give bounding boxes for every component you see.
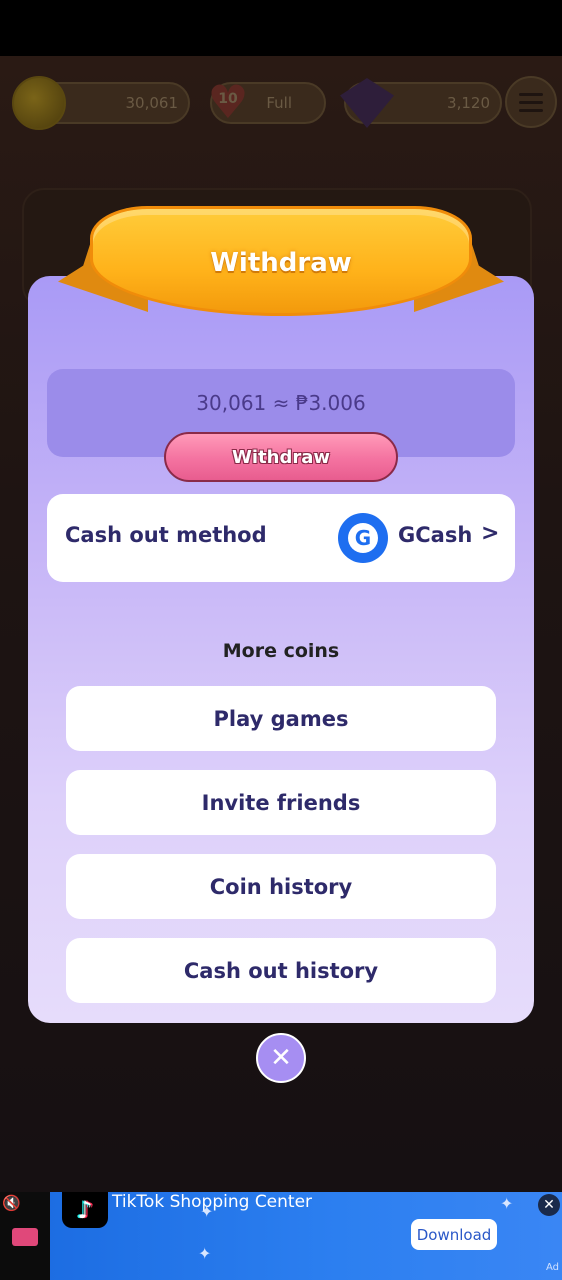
mute-icon[interactable]: 🔇 [2,1194,21,1212]
ad-download-button[interactable]: Download [411,1219,497,1250]
ad-thumbnail: 🔇 [0,1192,50,1280]
cash-out-history-button[interactable]: Cash out history [66,938,496,1003]
hamburger-menu-icon [505,76,557,128]
lives-count: 10 [218,91,238,107]
gcash-logo-icon: G [338,513,388,563]
lives-status: Full [266,94,292,112]
cash-out-history-label: Cash out history [183,958,379,983]
chevron-right-icon: > [481,521,500,546]
ad-label: Ad [546,1262,560,1273]
gift-icon [12,1228,38,1246]
sparkle-icon: ✦ [198,1244,212,1263]
gcash-logo-letter: G [348,523,378,553]
coin-icon [12,76,66,130]
withdraw-button[interactable]: Withdraw [164,432,398,482]
ad-title: TikTok Shopping Center [112,1192,313,1212]
ad-close-button[interactable]: ✕ [538,1194,560,1216]
cash-out-method-row[interactable]: Cash out method G GCash > [47,494,515,582]
dialog-title: Withdraw [210,248,352,278]
coin-count: 30,061 [125,94,179,112]
more-coins-heading: More coins [222,640,340,662]
cash-out-method-label: Cash out method [65,523,267,547]
balance-conversion: 30,061 ≈ ₱3.006 [196,391,366,415]
play-games-label: Play games [213,706,349,731]
tiktok-logo-icon: ♪ [62,1192,108,1228]
invite-friends-label: Invite friends [201,790,361,815]
coin-history-button[interactable]: Coin history [66,854,496,919]
invite-friends-button[interactable]: Invite friends [66,770,496,835]
play-games-button[interactable]: Play games [66,686,496,751]
close-dialog-button[interactable]: ✕ [256,1033,306,1083]
withdraw-button-label: Withdraw [232,446,330,468]
sparkle-icon: ✦ [500,1194,514,1213]
cash-out-method-value: GCash [398,523,473,547]
close-icon: ✕ [270,1043,292,1073]
status-bar [0,0,562,56]
gem-count: 3,120 [447,94,490,112]
coin-history-label: Coin history [209,874,353,899]
